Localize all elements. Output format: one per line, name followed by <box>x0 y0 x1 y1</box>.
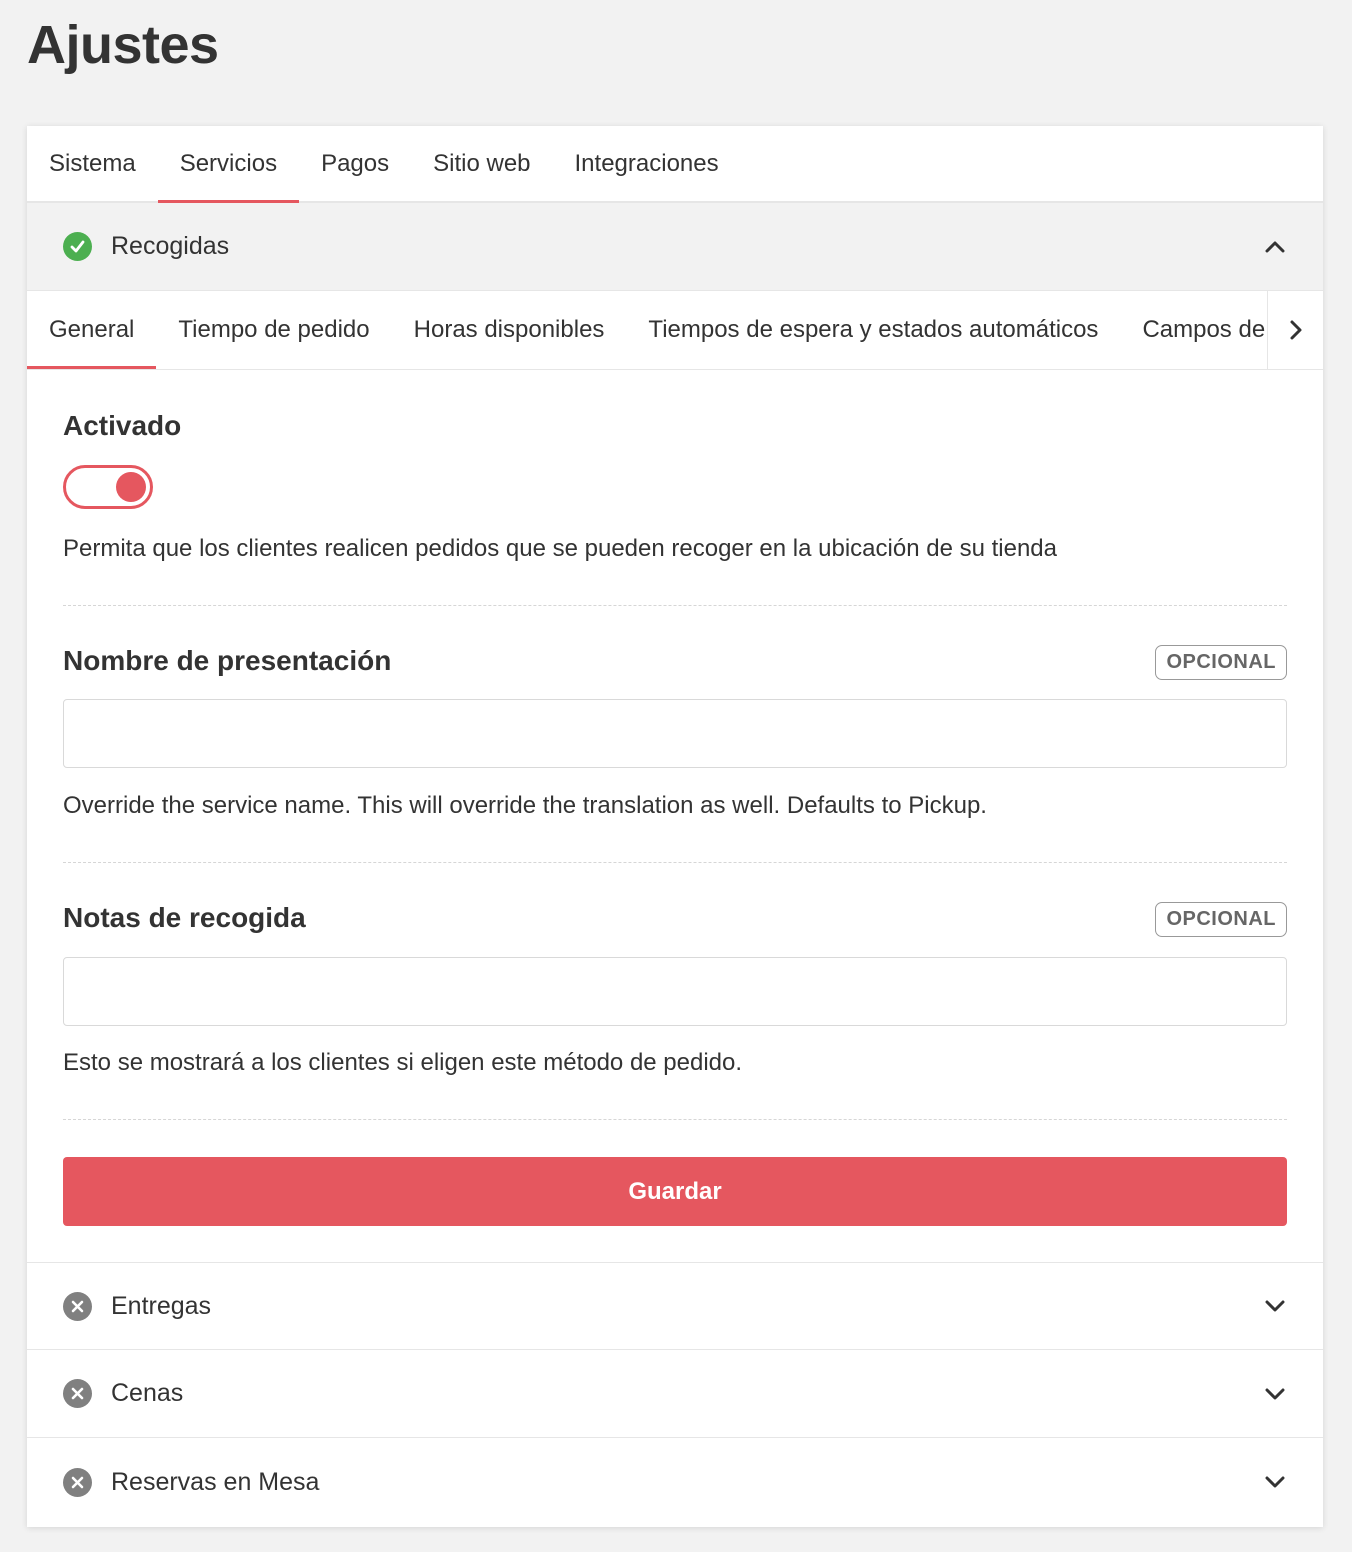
accordion-title: Reservas en Mesa <box>111 1467 320 1496</box>
subtab-label: Tiempo de pedido <box>178 316 370 343</box>
collapsed-services: Entregas Cenas Reservas en Mesa <box>27 1262 1323 1526</box>
enabled-help: Permita que los clientes realicen pedido… <box>63 535 1057 562</box>
tab-label: Sitio web <box>433 149 531 177</box>
settings-card: Sistema Servicios Pagos Sitio web Integr… <box>27 126 1323 1527</box>
optional-badge: OPCIONAL <box>1155 902 1287 937</box>
enabled-label: Activado <box>63 410 182 441</box>
accordion-header-cenas[interactable]: Cenas <box>27 1350 1323 1438</box>
tab-sistema[interactable]: Sistema <box>27 126 158 201</box>
subtab-label: Horas disponibles <box>413 316 605 343</box>
accordion-header-entregas[interactable]: Entregas <box>27 1262 1323 1350</box>
toggle-knob <box>116 472 146 502</box>
top-tab-bar: Sistema Servicios Pagos Sitio web Integr… <box>27 126 1323 203</box>
tab-label: Sistema <box>49 149 136 177</box>
tab-label: Servicios <box>179 149 278 177</box>
accordion-title: Cenas <box>111 1379 184 1407</box>
save-button[interactable]: Guardar <box>63 1157 1287 1226</box>
optional-badge: OPCIONAL <box>1155 645 1287 680</box>
notes-section: Notas de recogida OPCIONAL Esto se mostr… <box>63 863 1287 1120</box>
page-title: Ajustes <box>27 15 219 75</box>
subtab-campos[interactable]: Campos de <box>1120 291 1267 369</box>
x-circle-icon <box>63 1291 92 1321</box>
notes-help: Esto se mostrará a los clientes si elige… <box>63 1049 743 1076</box>
subtab-general[interactable]: General <box>27 291 157 369</box>
subtab-tiempos-de-espera[interactable]: Tiempos de espera y estados automáticos <box>626 291 1120 369</box>
subtab-label: General <box>49 316 135 343</box>
accordion-header-reservas-en-mesa[interactable]: Reservas en Mesa <box>27 1438 1323 1526</box>
tab-label: Pagos <box>321 149 390 177</box>
notes-input[interactable] <box>63 957 1287 1026</box>
display-name-help: Override the service name. This will ove… <box>63 792 987 819</box>
chevron-down-icon[interactable] <box>1263 1470 1287 1494</box>
subtab-scroll-right-button[interactable] <box>1267 291 1323 369</box>
x-circle-icon <box>63 1379 92 1408</box>
subtab-label: Tiempos de espera y estados automáticos <box>648 316 1099 343</box>
accordion-title: Entregas <box>111 1291 212 1320</box>
subtab-horas-disponibles[interactable]: Horas disponibles <box>392 291 627 369</box>
x-circle-icon <box>63 1467 92 1497</box>
sub-tab-bar: General Tiempo de pedido Horas disponibl… <box>27 291 1323 370</box>
chevron-up-icon[interactable] <box>1263 235 1287 259</box>
chevron-right-icon <box>1290 320 1301 340</box>
enabled-section: Activado Permita que los clientes realic… <box>63 370 1287 606</box>
tab-pagos[interactable]: Pagos <box>299 126 411 201</box>
display-name-label: Nombre de presentación <box>63 645 392 676</box>
subtab-tiempo-de-pedido[interactable]: Tiempo de pedido <box>156 291 391 369</box>
accordion-header-recogidas[interactable]: Recogidas <box>27 203 1323 291</box>
chevron-down-icon[interactable] <box>1263 1382 1287 1406</box>
notes-label: Notas de recogida <box>63 902 306 933</box>
display-name-section: Nombre de presentación OPCIONAL Override… <box>63 606 1287 863</box>
sub-tab-track: General Tiempo de pedido Horas disponibl… <box>27 291 1267 369</box>
subtab-label: Campos de <box>1142 316 1266 343</box>
check-circle-icon <box>63 232 92 261</box>
tab-sitio-web[interactable]: Sitio web <box>411 126 552 201</box>
accordion-title: Recogidas <box>111 232 230 260</box>
tab-integraciones[interactable]: Integraciones <box>553 126 741 201</box>
enabled-toggle[interactable] <box>63 465 153 509</box>
chevron-down-icon[interactable] <box>1263 1294 1287 1318</box>
display-name-input[interactable] <box>63 699 1287 768</box>
tab-label: Integraciones <box>574 149 719 177</box>
tab-servicios[interactable]: Servicios <box>157 126 300 203</box>
general-form: Activado Permita que los clientes realic… <box>27 370 1323 1261</box>
